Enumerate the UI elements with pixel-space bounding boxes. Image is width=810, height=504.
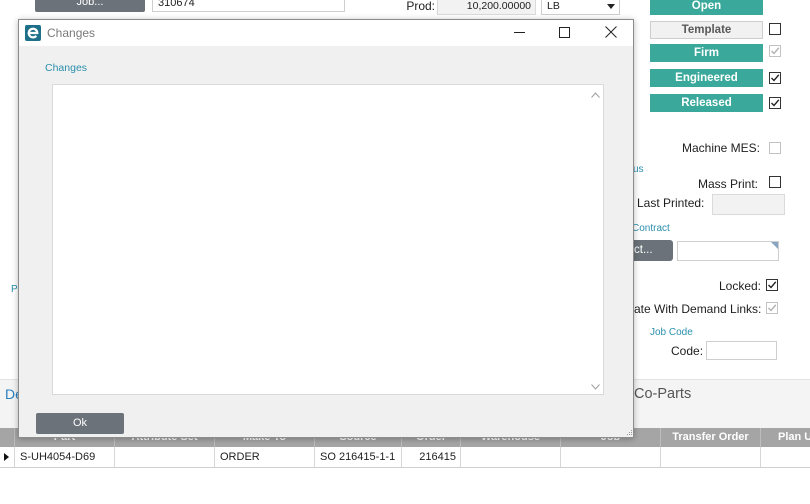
dialog-title: Changes [47,26,96,40]
last-printed-label: Last Printed: [637,196,705,210]
epicor-e-icon [25,25,41,41]
check-mark-icon [768,281,777,289]
chevron-down-icon[interactable] [591,384,600,390]
prod-qty-field[interactable]: 10,200.00000 [437,0,536,15]
status-open-button[interactable]: Open [650,0,763,15]
cell-source[interactable]: SO 216415-1-1 [315,447,402,467]
job-code-group-label: Job Code [650,327,693,338]
prod-qty-label: Prod: [406,0,435,13]
contract-group-label: Contract [632,223,670,234]
dropdown-arrow-icon [607,4,615,9]
cell-plan[interactable] [761,447,810,467]
close-icon[interactable] [605,26,617,38]
ok-button[interactable]: Ok [36,413,124,434]
corner-indicator-icon [771,242,778,249]
firm-checkbox[interactable] [769,45,781,57]
check-mark-icon [768,304,777,312]
status-firm-button[interactable]: Firm [650,44,763,62]
changes-field-label: Changes [45,62,88,74]
code-field[interactable] [706,341,777,360]
column-header-transfer-order[interactable]: Transfer Order [661,428,761,447]
mass-print-checkbox[interactable] [769,176,781,188]
engineered-checkbox[interactable] [769,72,781,84]
cell-warehouse[interactable] [461,447,561,467]
changes-dialog: Changes Changes Ok [18,19,634,438]
row-selector-icon [4,453,9,461]
cell-make-to[interactable]: ORDER [215,447,315,467]
check-mark-icon [771,99,780,107]
maximize-icon[interactable] [559,27,570,38]
column-header-plan[interactable]: Plan U [761,428,810,447]
check-mark-icon [771,47,780,55]
changes-textarea[interactable] [52,84,604,395]
partial-left-label: P [11,284,18,295]
grid-header-selector [0,428,15,447]
locked-checkbox[interactable] [766,279,778,291]
code-label: Code: [671,344,704,358]
chevron-up-icon[interactable] [591,92,600,98]
locked-label: Locked: [718,279,761,293]
status-template-button[interactable]: Template [650,21,763,39]
uom-dropdown[interactable]: LB [541,0,620,15]
cell-part[interactable]: S-UH4054-D69 [15,447,115,467]
machine-mes-checkbox[interactable] [769,142,781,154]
check-mark-icon [771,74,780,82]
released-checkbox[interactable] [769,97,781,109]
demand-links-checkbox[interactable] [766,302,778,314]
template-checkbox[interactable] [769,23,781,35]
resize-grip-icon[interactable] [626,429,633,436]
tab-co-parts[interactable]: Co-Parts [634,386,691,402]
cell-job[interactable] [561,447,661,467]
status-engineered-button[interactable]: Engineered [650,69,763,87]
job-lookup-button[interactable]: Job... [35,0,145,12]
mass-print-label: Mass Print: [697,177,758,191]
last-printed-field [712,194,785,215]
row-selector[interactable] [0,447,15,467]
contract-field[interactable] [677,241,779,261]
machine-mes-label: Machine MES: [681,141,760,155]
cell-transfer-order[interactable] [661,447,761,467]
partial-group-label: us [633,164,644,175]
table-row[interactable]: S-UH4054-D69 ORDER SO 216415-1-1 216415 [0,447,810,468]
dialog-title-bar[interactable]: Changes [19,20,633,46]
job-number-field[interactable]: 310674 [152,0,345,12]
cell-attribute-set[interactable] [115,447,215,467]
cell-order[interactable]: 216415 [402,447,461,467]
vertical-scrollbar[interactable] [588,85,603,394]
status-released-button[interactable]: Released [650,94,763,112]
minimize-icon[interactable] [514,32,526,34]
uom-value: LB [547,0,560,12]
demand-links-label: ate With Demand Links: [634,302,762,316]
